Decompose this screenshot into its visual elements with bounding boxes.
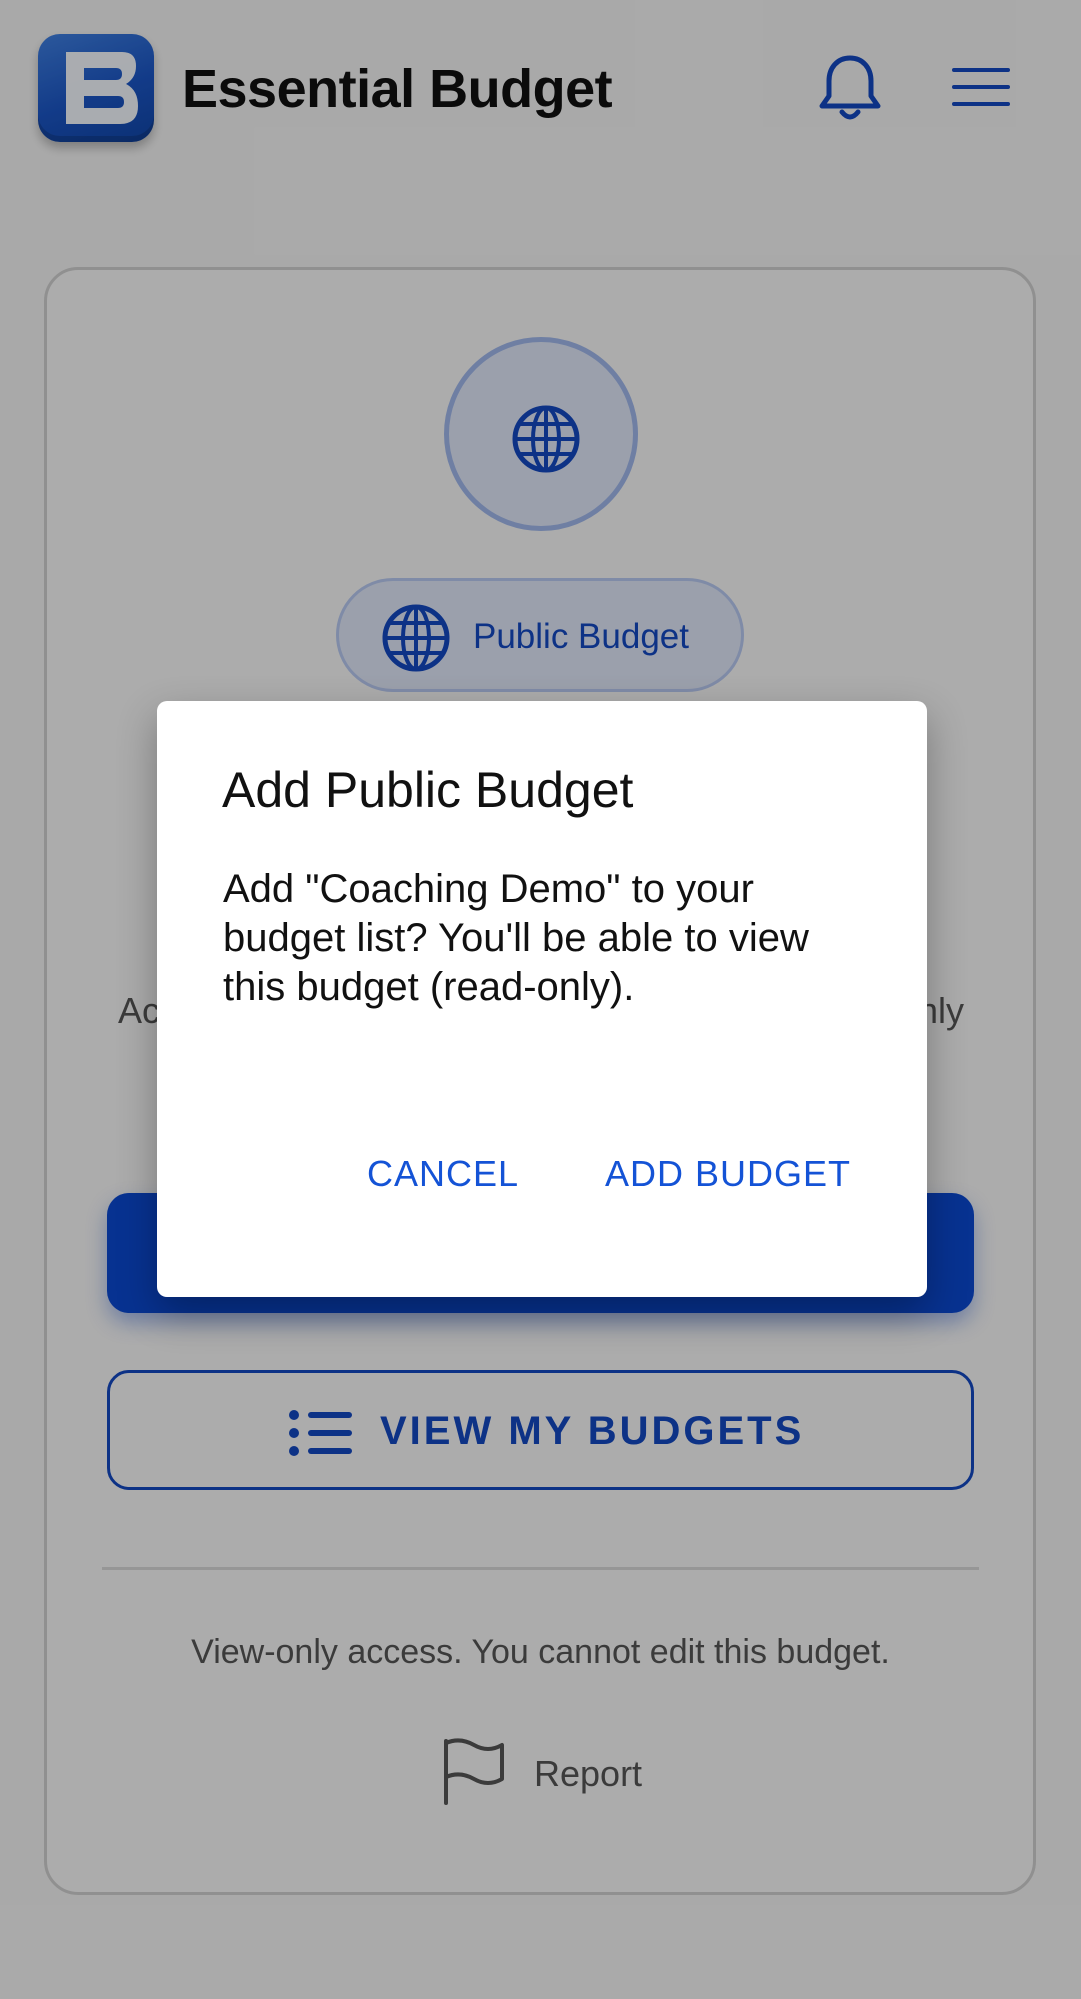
app-screen: Essential Budget Public Budget Ac nly VI…: [0, 0, 1081, 1999]
add-public-budget-dialog: Add Public Budget Add "Coaching Demo" to…: [157, 701, 927, 1297]
dialog-title: Add Public Budget: [222, 762, 634, 818]
cancel-button[interactable]: CANCEL: [367, 1153, 519, 1195]
add-budget-button[interactable]: ADD BUDGET: [605, 1153, 851, 1195]
dialog-message: Add "Coaching Demo" to your budget list?…: [223, 867, 809, 1009]
